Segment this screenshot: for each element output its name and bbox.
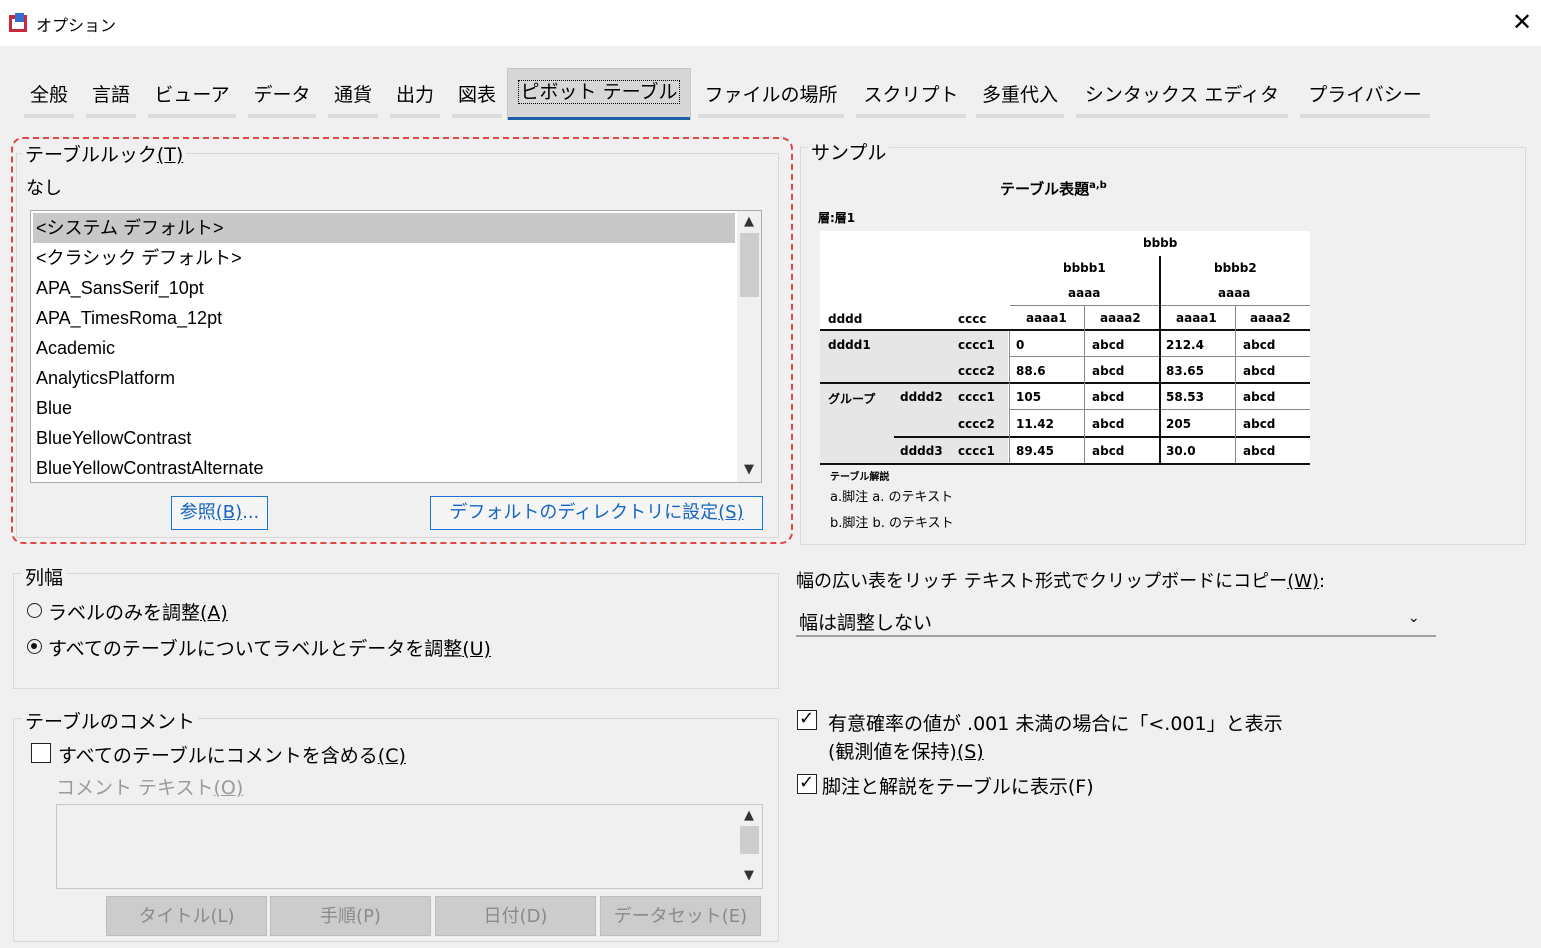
sample-table-title: テーブル表題a,b xyxy=(1000,180,1107,198)
comment-legend: テーブルのコメント xyxy=(22,707,198,734)
pivot-cell: cccc1 xyxy=(958,390,995,404)
scroll-down-icon: ▼ xyxy=(744,868,754,883)
pivot-cell: 205 xyxy=(1166,417,1192,431)
pivot-cell: グループ xyxy=(828,392,876,406)
clipboard-width-value: 幅は調整しない xyxy=(799,612,933,634)
pivot-cell: dddd2 xyxy=(900,390,943,404)
tab-file-locations[interactable]: ファイルの場所 xyxy=(698,80,844,118)
scroll-up-icon: ▲ xyxy=(744,808,754,823)
pivot-cell: 11.42 xyxy=(1016,417,1054,431)
pivot-cell: 89.45 xyxy=(1016,444,1054,458)
pivot-col-sub: aaaa xyxy=(1068,286,1101,300)
pivot-row-header: cccc xyxy=(958,312,987,326)
insert-dataset-button: データセット(E) xyxy=(600,896,761,936)
pivot-cell: abcd xyxy=(1092,417,1125,431)
pivot-row-header: dddd xyxy=(828,312,863,326)
pivot-cell: abcd xyxy=(1092,364,1125,378)
pivot-cell: 83.65 xyxy=(1166,364,1204,378)
tab-output[interactable]: 出力 xyxy=(390,80,440,118)
pivot-cell: 212.4 xyxy=(1166,338,1204,352)
tab-pivot-table[interactable]: ピボット テーブル xyxy=(507,68,691,120)
pivot-cell: cccc1 xyxy=(958,338,995,352)
tab-charts[interactable]: 図表 xyxy=(452,80,502,118)
clipboard-label: 幅の広い表をリッチ テキスト形式でクリップボードにコピー(W): xyxy=(796,571,1326,592)
radio-labels-only-label[interactable]: ラベルのみを調整(A) xyxy=(48,598,228,625)
tab-scripts[interactable]: スクリプト xyxy=(856,80,966,118)
significance-checkbox[interactable] xyxy=(797,708,817,730)
pivot-cell: dddd3 xyxy=(900,444,943,458)
pivot-cell: 105 xyxy=(1016,390,1042,404)
pivot-col-leaf: aaaa1 xyxy=(1026,311,1067,325)
app-icon xyxy=(9,13,27,32)
pivot-col-sub: aaaa xyxy=(1218,286,1251,300)
pivot-cell: abcd xyxy=(1243,444,1276,458)
close-icon[interactable]: ✕ xyxy=(1508,8,1536,36)
pivot-cell: abcd xyxy=(1092,444,1125,458)
radio-labels-and-data[interactable] xyxy=(27,639,42,654)
tab-privacy[interactable]: プライバシー xyxy=(1300,80,1430,118)
pivot-col-mid: bbbb2 xyxy=(1214,261,1257,275)
pivot-footnote: b.脚注 b. のテキスト xyxy=(830,516,954,531)
pivot-cell: cccc2 xyxy=(958,364,995,378)
insert-procedure-button: 手順(P) xyxy=(270,896,431,936)
scroll-thumb xyxy=(740,826,759,854)
insert-date-button: 日付(D) xyxy=(435,896,596,936)
pivot-cell: 88.6 xyxy=(1016,364,1046,378)
tab-general[interactable]: 全般 xyxy=(24,80,74,118)
comment-text-label: コメント テキスト(O) xyxy=(56,777,244,799)
pivot-cell: abcd xyxy=(1092,390,1125,404)
column-width-group xyxy=(13,573,779,689)
radio-labels-and-data-label[interactable]: すべてのテーブルについてラベルとデータを調整(U) xyxy=(48,634,491,661)
pivot-col-leaf: aaaa1 xyxy=(1176,311,1217,325)
highlight-ring xyxy=(11,137,793,544)
tab-data[interactable]: データ xyxy=(248,80,316,118)
pivot-cell: abcd xyxy=(1092,338,1125,352)
pivot-cell: abcd xyxy=(1243,390,1276,404)
tab-currency[interactable]: 通貨 xyxy=(328,80,378,118)
sample-legend: サンプル xyxy=(808,138,890,165)
pivot-cell: cccc2 xyxy=(958,417,995,431)
pivot-cell: abcd xyxy=(1243,417,1276,431)
sample-layer: 層:層1 xyxy=(818,211,856,225)
pivot-footnote: a.脚注 a. のテキスト xyxy=(830,490,954,505)
include-comment-checkbox[interactable] xyxy=(31,743,51,763)
tab-multiple-imputations[interactable]: 多重代入 xyxy=(976,80,1064,118)
chevron-down-icon[interactable]: ⌄ xyxy=(1408,610,1420,626)
pivot-col-mid: bbbb1 xyxy=(1063,261,1106,275)
include-comment-label[interactable]: すべてのテーブルにコメントを含める(C) xyxy=(58,741,406,768)
comment-textarea xyxy=(56,804,763,889)
pivot-cell: 58.53 xyxy=(1166,390,1204,404)
tab-viewer[interactable]: ビューア xyxy=(148,80,236,118)
tab-language[interactable]: 言語 xyxy=(86,80,136,118)
pivot-cell: 0 xyxy=(1016,338,1025,352)
tab-syntax-editor[interactable]: シンタックス エディタ xyxy=(1076,80,1288,118)
footnotes-checkbox[interactable] xyxy=(797,772,817,794)
significance-label[interactable]: 有意確率の値が .001 未満の場合に「<.001」と表示 xyxy=(828,709,1283,736)
radio-labels-only[interactable] xyxy=(27,603,42,618)
column-width-legend: 列幅 xyxy=(22,563,67,590)
pivot-col-leaf: aaaa2 xyxy=(1100,311,1141,325)
pivot-caption: テーブル解説 xyxy=(830,472,890,483)
pivot-cell: dddd1 xyxy=(828,338,871,352)
pivot-col-leaf: aaaa2 xyxy=(1250,311,1291,325)
pivot-cell: cccc1 xyxy=(958,444,995,458)
pivot-col-top: bbbb xyxy=(1143,236,1178,250)
pivot-cell: abcd xyxy=(1243,338,1276,352)
pivot-cell: 30.0 xyxy=(1166,444,1196,458)
significance-label-2[interactable]: (観測値を保持)(S) xyxy=(828,737,984,764)
footnotes-label[interactable]: 脚注と解説をテーブルに表示(F) xyxy=(822,772,1094,799)
insert-title-button: タイトル(L) xyxy=(106,896,267,936)
title-bar xyxy=(0,0,1541,46)
window-title: オプション xyxy=(36,16,117,35)
pivot-cell: abcd xyxy=(1243,364,1276,378)
